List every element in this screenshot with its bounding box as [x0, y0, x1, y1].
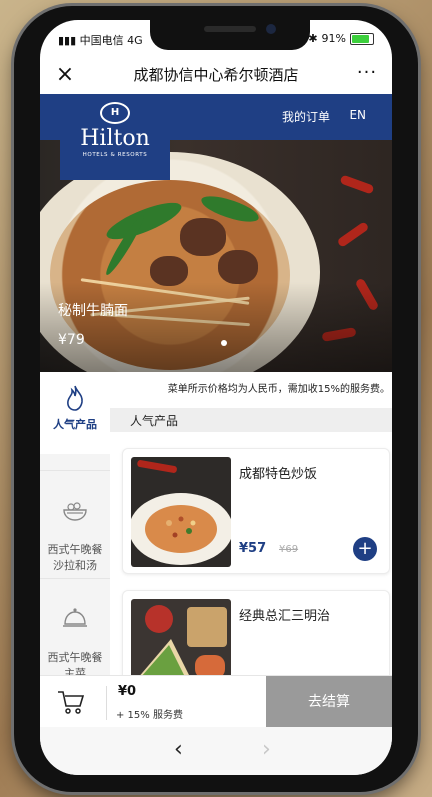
chili-decoration — [336, 221, 370, 248]
carrier-label: 中国电信 — [79, 34, 124, 47]
product-original-price: ¥69 — [279, 544, 299, 555]
checkout-button[interactable]: 去结算 — [266, 676, 392, 728]
product-card[interactable]: 成都特色炒饭 ¥57 ¥69 + — [122, 448, 390, 574]
carrier-info: ▮▮▮ 中国电信 4G — [58, 32, 143, 48]
cart-total: ¥0 — [118, 684, 137, 699]
hilton-logo: H Hilton HOTELS & RESORTS — [60, 94, 170, 180]
battery-icon — [350, 32, 374, 45]
hero-shade — [40, 282, 392, 372]
browser-nav-bar: ‹ › — [40, 727, 392, 775]
product-name: 经典总汇三明治 — [239, 609, 331, 624]
logo-mark: H — [100, 102, 130, 124]
close-button[interactable]: × — [50, 60, 80, 90]
my-orders-link[interactable]: 我的订单 — [282, 108, 330, 125]
battery-percent: 91% — [321, 32, 346, 45]
beef-piece — [218, 250, 258, 284]
cart-bar: ¥0 + 15% 服务费 去结算 — [40, 675, 392, 728]
sidebar-item-label: 人气产品 — [53, 418, 97, 431]
cloche-icon — [63, 608, 87, 627]
page-title: 成都协信中心希尔顿酒店 — [133, 66, 299, 84]
title-bar: × 成都协信中心希尔顿酒店 ··· — [40, 56, 392, 94]
category-sidebar: 人气产品 西式午晚餐 沙拉和汤 西式午晚餐 主菜 — [40, 372, 110, 680]
chili-decoration — [339, 174, 375, 195]
logo-subtitle: HOTELS & RESORTS — [82, 152, 148, 158]
add-to-cart-button[interactable]: + — [353, 537, 377, 561]
product-price: ¥57 — [239, 541, 267, 556]
hero-caption: 秘制牛腩面 — [58, 303, 128, 319]
forward-button[interactable]: › — [262, 737, 271, 762]
section-title: 人气产品 — [130, 414, 179, 428]
sidebar-divider — [40, 470, 110, 471]
service-charge-notice: 菜单所示价格均为人民币，需加收15%的服务费。 — [167, 384, 390, 395]
cart-divider — [106, 686, 107, 720]
sidebar-item-label: 西式午晚餐 沙拉和汤 — [47, 543, 103, 572]
section-header: 人气产品 — [110, 408, 392, 432]
product-image — [131, 457, 231, 567]
language-toggle[interactable]: EN — [349, 108, 366, 122]
sidebar-item-popular[interactable]: 人气产品 — [40, 372, 110, 454]
sidebar-item-main-course[interactable]: 西式午晚餐 主菜 — [40, 590, 110, 680]
signal-icon: ▮▮▮ — [58, 34, 77, 47]
sidebar-divider — [40, 578, 110, 579]
salad-bowl-icon — [63, 502, 87, 521]
carousel-dot[interactable] — [221, 340, 227, 346]
product-name: 成都特色炒饭 — [239, 467, 318, 482]
sidebar-item-salad-soup[interactable]: 西式午晚餐 沙拉和汤 — [40, 484, 110, 576]
back-button[interactable]: ‹ — [174, 737, 183, 762]
phone-screen: ▮▮▮ 中国电信 4G ➤ ✱ 91% × 成都协信中心希尔顿酒店 ··· 我的… — [40, 20, 392, 775]
hero-price: ¥79 — [58, 332, 85, 348]
beef-piece — [180, 218, 226, 256]
cart-icon[interactable] — [56, 688, 86, 716]
phone-notch — [150, 18, 310, 50]
service-fee-label: + 15% 服务费 — [116, 710, 183, 721]
more-button[interactable]: ··· — [352, 60, 382, 90]
network-label: 4G — [127, 34, 143, 47]
flame-icon — [67, 385, 83, 411]
logo-name: Hilton — [80, 126, 150, 151]
product-image — [131, 599, 231, 685]
